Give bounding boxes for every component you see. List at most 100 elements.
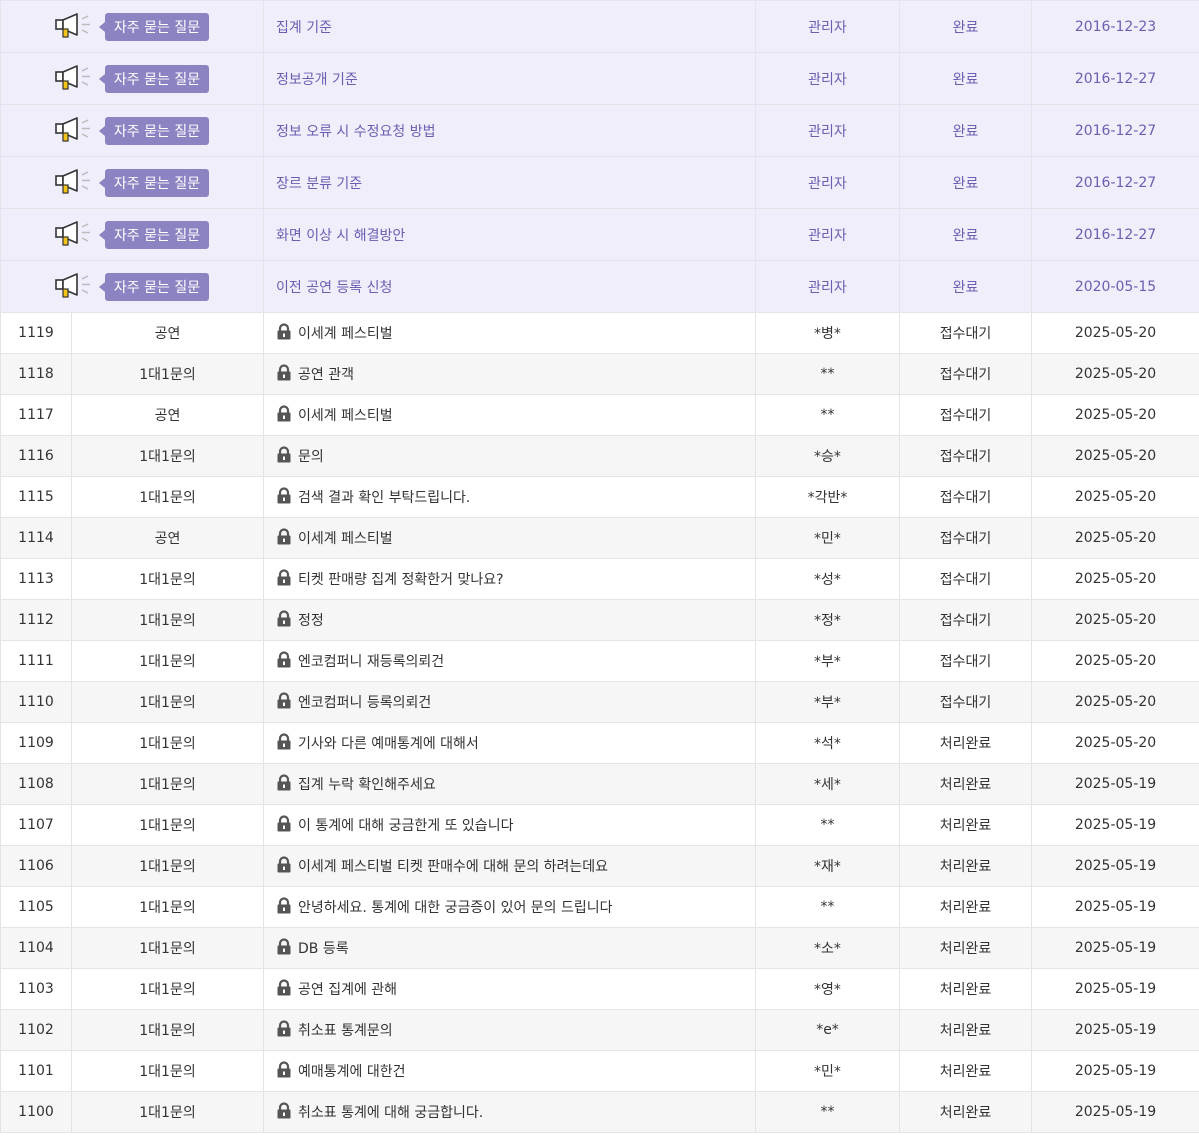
post-title[interactable]: 공연 관객 — [298, 367, 354, 383]
post-author: *e* — [755, 1009, 900, 1051]
post-title-cell[interactable]: 예매통계에 대한건 — [263, 1050, 756, 1092]
post-title-cell[interactable]: DB 등록 — [263, 927, 756, 969]
post-title-cell[interactable]: 이세계 페스티벌 — [263, 517, 756, 559]
post-title[interactable]: 이세계 페스티벌 — [298, 408, 393, 424]
notice-title[interactable]: 정보공개 기준 — [263, 52, 756, 105]
notice-status: 완료 — [899, 104, 1032, 157]
post-status: 접수대기 — [899, 640, 1032, 682]
post-status: 접수대기 — [899, 353, 1032, 395]
post-date: 2025-05-19 — [1031, 1091, 1199, 1133]
lock-icon — [276, 650, 292, 672]
post-number: 1109 — [0, 722, 72, 764]
lock-icon — [276, 1060, 292, 1082]
post-title[interactable]: 기사와 다른 예매통계에 대해서 — [298, 736, 479, 752]
post-title[interactable]: 엔코컴퍼니 재등록의뢰건 — [298, 654, 444, 670]
notice-label-cell: 자주 묻는 질문 — [0, 1, 264, 53]
post-title-cell[interactable]: 공연 집계에 관해 — [263, 968, 756, 1010]
notice-date: 2020-05-15 — [1031, 260, 1199, 313]
post-title-cell[interactable]: 이세계 페스티벌 — [263, 394, 756, 436]
lock-icon — [276, 1019, 292, 1041]
notice-author: 관리자 — [755, 260, 900, 313]
board-list: 자주 묻는 질문 집계 기준 관리자 완료 2016-12-23 자주 묻는 질… — [0, 0, 1199, 1133]
lock-icon — [276, 937, 292, 959]
notice-title[interactable]: 화면 이상 시 해결방안 — [263, 208, 756, 261]
post-title-cell[interactable]: 안녕하세요. 통계에 대한 궁금증이 있어 문의 드립니다 — [263, 886, 756, 928]
post-title[interactable]: 취소표 통계에 대해 궁금합니다. — [298, 1105, 483, 1121]
post-author: *소* — [755, 927, 900, 969]
lock-icon — [276, 814, 292, 836]
post-title[interactable]: 엔코컴퍼니 등록의뢰건 — [298, 695, 431, 711]
post-title-cell[interactable]: 티켓 판매량 집계 정확한거 맞나요? — [263, 558, 756, 600]
notice-title[interactable]: 장르 분류 기준 — [263, 156, 756, 209]
post-title[interactable]: 이세계 페스티벌 — [298, 326, 393, 342]
notice-title[interactable]: 이전 공연 등록 신청 — [263, 260, 756, 313]
notice-date: 2016-12-27 — [1031, 52, 1199, 105]
post-title-cell[interactable]: 이 통계에 대해 궁금한게 또 있습니다 — [263, 804, 756, 846]
post-status: 접수대기 — [899, 558, 1032, 600]
post-number: 1116 — [0, 435, 72, 477]
post-status: 처리완료 — [899, 763, 1032, 805]
post-title[interactable]: DB 등록 — [298, 941, 349, 957]
post-title[interactable]: 이세계 페스티벌 — [298, 531, 393, 547]
post-title-cell[interactable]: 이세계 페스티벌 — [263, 312, 756, 354]
notice-title[interactable]: 집계 기준 — [263, 1, 756, 53]
post-title[interactable]: 검색 결과 확인 부탁드립니다. — [298, 490, 470, 506]
lock-icon — [276, 978, 292, 1000]
post-status: 처리완료 — [899, 886, 1032, 928]
lock-icon — [276, 486, 292, 508]
post-author: *민* — [755, 517, 900, 559]
post-category: 1대1문의 — [71, 476, 264, 518]
post-category: 1대1문의 — [71, 1050, 264, 1092]
post-title[interactable]: 문의 — [298, 449, 324, 465]
post-title[interactable]: 안녕하세요. 통계에 대한 궁금증이 있어 문의 드립니다 — [298, 900, 613, 916]
post-title-cell[interactable]: 문의 — [263, 435, 756, 477]
post-title[interactable]: 티켓 판매량 집계 정확한거 맞나요? — [298, 572, 504, 588]
post-title-cell[interactable]: 집계 누락 확인해주세요 — [263, 763, 756, 805]
post-date: 2025-05-19 — [1031, 886, 1199, 928]
post-title-cell[interactable]: 이세계 페스티벌 티켓 판매수에 대해 문의 하려는데요 — [263, 845, 756, 887]
post-date: 2025-05-19 — [1031, 845, 1199, 887]
notice-row: 자주 묻는 질문 정보 오류 시 수정요청 방법 관리자 완료 2016-12-… — [0, 104, 1199, 157]
post-title-cell[interactable]: 엔코컴퍼니 등록의뢰건 — [263, 681, 756, 723]
post-title-cell[interactable]: 검색 결과 확인 부탁드립니다. — [263, 476, 756, 518]
post-title[interactable]: 이세계 페스티벌 티켓 판매수에 대해 문의 하려는데요 — [298, 859, 608, 875]
post-date: 2025-05-20 — [1031, 353, 1199, 395]
table-row: 1107 1대1문의 이 통계에 대해 궁금한게 또 있습니다 ** 처리완료 … — [0, 804, 1199, 846]
post-title-cell[interactable]: 공연 관객 — [263, 353, 756, 395]
faq-badge: 자주 묻는 질문 — [98, 116, 210, 145]
post-title-cell[interactable]: 정정 — [263, 599, 756, 641]
post-title-cell[interactable]: 취소표 통계문의 — [263, 1009, 756, 1051]
post-title-cell[interactable]: 취소표 통계에 대해 궁금합니다. — [263, 1091, 756, 1133]
notice-label-cell: 자주 묻는 질문 — [0, 104, 264, 157]
megaphone-icon — [55, 220, 95, 250]
post-title[interactable]: 집계 누락 확인해주세요 — [298, 777, 436, 793]
post-title[interactable]: 예매통계에 대한건 — [298, 1064, 406, 1080]
post-date: 2025-05-19 — [1031, 1050, 1199, 1092]
post-category: 1대1문의 — [71, 886, 264, 928]
post-status: 접수대기 — [899, 599, 1032, 641]
faq-badge: 자주 묻는 질문 — [98, 220, 210, 249]
post-title-cell[interactable]: 기사와 다른 예매통계에 대해서 — [263, 722, 756, 764]
lock-icon — [276, 773, 292, 795]
post-category: 1대1문의 — [71, 681, 264, 723]
post-title-cell[interactable]: 엔코컴퍼니 재등록의뢰건 — [263, 640, 756, 682]
post-title[interactable]: 이 통계에 대해 궁금한게 또 있습니다 — [298, 818, 513, 834]
megaphone-icon — [55, 116, 95, 146]
board-rows: 자주 묻는 질문 집계 기준 관리자 완료 2016-12-23 자주 묻는 질… — [0, 1, 1199, 1133]
post-category: 1대1문의 — [71, 599, 264, 641]
table-row: 1119 공연 이세계 페스티벌 *병* 접수대기 2025-05-20 — [0, 312, 1199, 354]
post-date: 2025-05-19 — [1031, 1009, 1199, 1051]
lock-icon — [276, 691, 292, 713]
notice-title[interactable]: 정보 오류 시 수정요청 방법 — [263, 104, 756, 157]
notice-date: 2016-12-27 — [1031, 208, 1199, 261]
table-row: 1112 1대1문의 정정 *정* 접수대기 2025-05-20 — [0, 599, 1199, 641]
post-title[interactable]: 공연 집계에 관해 — [298, 982, 397, 998]
post-number: 1106 — [0, 845, 72, 887]
post-number: 1112 — [0, 599, 72, 641]
post-status: 접수대기 — [899, 517, 1032, 559]
post-title[interactable]: 취소표 통계문의 — [298, 1023, 393, 1039]
post-date: 2025-05-20 — [1031, 722, 1199, 764]
post-date: 2025-05-20 — [1031, 517, 1199, 559]
post-title[interactable]: 정정 — [298, 613, 324, 629]
lock-icon — [276, 1101, 292, 1123]
